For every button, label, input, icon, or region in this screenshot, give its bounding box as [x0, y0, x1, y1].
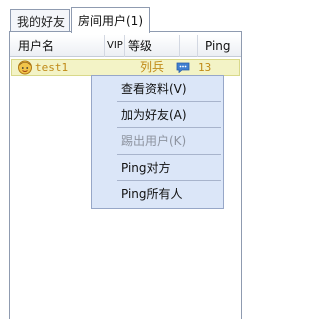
menu-item-ping-target[interactable]: Ping对方: [93, 158, 222, 178]
menu-item-view-profile[interactable]: 查看资料(V): [93, 79, 222, 99]
menu-item-kick-user: 踢出用户(K): [121, 134, 187, 148]
context-menu: 查看资料(V) 加为好友(A) 踢出用户(K) Ping对方 Ping所有人: [91, 75, 224, 209]
user-row[interactable]: test1 列兵 13: [11, 59, 240, 76]
column-header-username[interactable]: 用户名: [10, 35, 105, 57]
user-name: test1: [35, 61, 69, 74]
menu-separator: [117, 127, 221, 128]
column-header-level[interactable]: 等级: [125, 35, 180, 57]
column-header-ping[interactable]: Ping: [198, 35, 241, 57]
list-header: 用户名 VIP 等级 Ping: [10, 35, 241, 57]
user-avatar-icon: [18, 60, 32, 75]
user-level: 列兵: [140, 60, 165, 74]
tab-room-users[interactable]: 房间用户(1): [71, 7, 150, 33]
column-header-status[interactable]: [180, 35, 198, 57]
menu-separator: [117, 180, 221, 181]
menu-separator: [117, 101, 221, 102]
menu-separator: [117, 154, 221, 155]
chat-bubble-icon[interactable]: [176, 62, 190, 73]
menu-item-add-friend[interactable]: 加为好友(A): [93, 105, 222, 125]
menu-item-ping-all[interactable]: Ping所有人: [93, 184, 222, 204]
column-header-vip[interactable]: VIP: [105, 35, 125, 57]
user-ping: 13: [198, 61, 212, 74]
tab-my-friends[interactable]: 我的好友: [10, 9, 70, 31]
